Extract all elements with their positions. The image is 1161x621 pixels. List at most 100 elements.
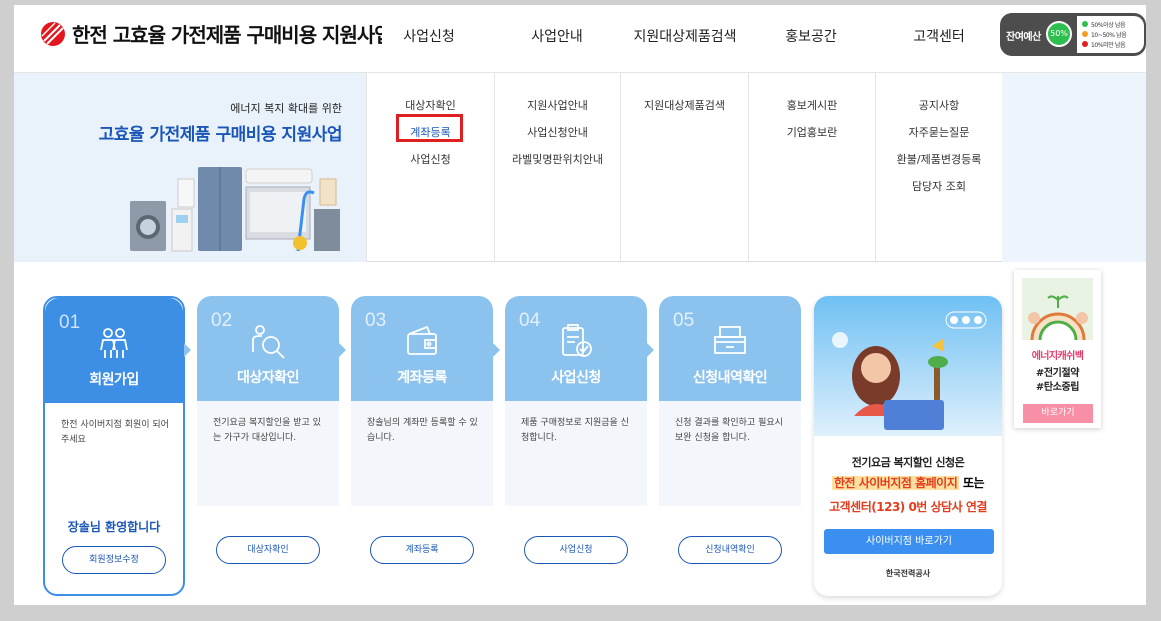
menu-right-filler (1002, 73, 1146, 262)
banner-illustration (814, 296, 1002, 436)
target-check-button[interactable]: 대상자확인 (216, 536, 320, 564)
energy-cashback-illustration (1022, 278, 1093, 340)
promo-subtitle: 에너지 복지 확대를 위한 (230, 102, 342, 115)
step-description: 한전 사이버지점 회원이 되어주세요 (61, 420, 169, 445)
energy-cashback-banner[interactable]: 에너지캐쉬백 #전기절약 #탄소중립 바로가기 (1014, 270, 1101, 428)
step-card-target-check: 02 대상자확인 전기요금 복지할인을 받고 있는 가구가 대상입니다. 대상자… (197, 296, 339, 596)
budget-legend: 50%이상 남음 10~50% 남음 10%미만 남음 (1077, 16, 1144, 53)
step-arrow-icon (184, 343, 191, 357)
red-dot-icon (1082, 41, 1088, 47)
banner-highlight: 한전 사이버지점 홈페이지 (831, 476, 960, 490)
menu-faq[interactable]: 자주묻는질문 (876, 124, 1002, 140)
menu-promo-board[interactable]: 홍보게시판 (749, 97, 875, 113)
nav-apply[interactable]: 사업신청 (403, 26, 455, 46)
banner-line-2: 한전 사이버지점 홈페이지 또는 (814, 474, 1002, 491)
mega-menu: 에너지 복지 확대를 위한 고효율 가전제품 구매비용 지원사업 대상자확인 계… (14, 73, 1146, 262)
menu-company-promo[interactable]: 기업홍보란 (749, 124, 875, 140)
step-description: 신청 결과를 확인하고 필요시 보완 신청을 합니다. (675, 418, 783, 443)
nav-product-search[interactable]: 지원대상제품검색 (633, 26, 736, 46)
menu-col-apply: 대상자확인 계좌등록 사업신청 (366, 73, 494, 262)
edit-member-info-button[interactable]: 회원정보수정 (62, 546, 166, 574)
step-title: 회원가입 (89, 372, 139, 388)
process-steps: 01 회원가입 한전 사이버지점 회원이 되어주세요 장솔님 환영합니다 회원정… (14, 263, 1146, 605)
legend-text: 10%미만 남음 (1091, 41, 1126, 49)
active-menu-highlight (396, 114, 463, 142)
page-frame: 한전 고효율 가전제품 구매비용 지원사업 사업신청 사업안내 지원대상제품검색… (14, 5, 1146, 605)
step-card-signup: 01 회원가입 한전 사이버지점 회원이 되어주세요 장솔님 환영합니다 회원정… (43, 296, 185, 596)
step-arrow-icon (493, 343, 500, 357)
menu-refund-change[interactable]: 환불/제품변경등록 (876, 151, 1002, 167)
menu-target-check[interactable]: 대상자확인 (367, 97, 494, 113)
step-number: 02 (211, 310, 233, 331)
appliances-illustration (130, 167, 340, 252)
menu-product-search[interactable]: 지원대상제품검색 (621, 97, 748, 113)
menu-col-customer: 공지사항 자주묻는질문 환불/제품변경등록 담당자 조회 (875, 73, 1002, 262)
step-card-account: 03 계좌등록 장솔님의 계좌만 등록할 수 있습니다. 계좌등록 (351, 296, 493, 596)
menu-notice[interactable]: 공지사항 (876, 97, 1002, 113)
step-number: 05 (673, 310, 695, 331)
call-center-illustration (832, 311, 987, 430)
site-logo[interactable]: 한전 고효율 가전제품 구매비용 지원사업 (40, 19, 382, 48)
menu-support-guide[interactable]: 지원사업안내 (495, 97, 620, 113)
site-header: 한전 고효율 가전제품 구매비용 지원사업 사업신청 사업안내 지원대상제품검색… (14, 5, 1146, 73)
menu-business-apply[interactable]: 사업신청 (367, 151, 494, 167)
account-register-button[interactable]: 계좌등록 (370, 536, 474, 564)
menu-label-location-guide[interactable]: 라벨및명판위치안내 (495, 151, 620, 167)
step-card-header: 05 신청내역확인 (659, 296, 801, 401)
step-title: 대상자확인 (237, 370, 299, 386)
clipboard-check-icon (562, 324, 592, 357)
banner-line-1: 전기요금 복지할인 신청은 (851, 456, 965, 469)
business-apply-button[interactable]: 사업신청 (524, 536, 628, 564)
menu-promo-panel: 에너지 복지 확대를 위한 고효율 가전제품 구매비용 지원사업 (14, 73, 366, 262)
welcome-message: 장솔님 환영합니다 (67, 520, 161, 534)
step-arrow-icon (339, 343, 346, 357)
side-go-button[interactable]: 바로가기 (1023, 404, 1093, 423)
nav-guide[interactable]: 사업안내 (531, 26, 583, 46)
cyber-branch-link-button[interactable]: 사이버지점 바로가기 (824, 529, 994, 554)
history-check-button[interactable]: 신청내역확인 (678, 536, 782, 564)
step-card-history: 05 신청내역확인 신청 결과를 확인하고 필요시 보완 신청을 합니다. 신청… (659, 296, 801, 596)
legend-text: 10~50% 남음 (1091, 31, 1127, 39)
promo-title: 고효율 가전제품 구매비용 지원사업 (98, 125, 343, 145)
legend-text: 50%이상 남음 (1091, 21, 1126, 29)
nav-customer-center[interactable]: 고객센터 (913, 26, 965, 46)
menu-apply-guide[interactable]: 사업신청안내 (495, 124, 620, 140)
side-banner-tag: #탄소중립 (1035, 382, 1080, 393)
side-banner-title: 에너지캐쉬백 (1031, 351, 1084, 362)
legend-row: 10~50% 남음 (1082, 29, 1144, 39)
kepco-corp-label: 한국전력공사 (885, 569, 931, 578)
users-icon (100, 328, 128, 358)
nav-promotion[interactable]: 홍보공간 (785, 26, 837, 46)
person-search-icon (252, 325, 285, 359)
budget-gauge: 50% (1046, 21, 1072, 47)
step-description: 장솔님의 계좌만 등록할 수 있습니다. (367, 418, 478, 443)
inbox-icon (714, 326, 746, 354)
kepco-logo-icon (41, 21, 65, 46)
step-card-apply: 04 사업신청 제품 구매정보로 지원금을 신청합니다. 사업신청 (505, 296, 647, 596)
menu-col-promotion: 홍보게시판 기업홍보란 (748, 73, 875, 262)
step-card-header: 04 사업신청 (505, 296, 647, 401)
step-arrow-icon (647, 343, 654, 357)
banner-line-3: 고객센터(123) 0번 상담사 연결 (829, 500, 987, 514)
step-card-header: 01 회원가입 (45, 298, 183, 403)
step-description: 전기요금 복지할인을 받고 있는 가구가 대상입니다. (213, 418, 321, 443)
legend-row: 50%이상 남음 (1082, 19, 1144, 29)
side-banner-tag: #전기절약 (1035, 368, 1080, 379)
orange-dot-icon (1082, 31, 1088, 37)
banner-line-2-tail: 또는 (959, 476, 985, 490)
site-title: 한전 고효율 가전제품 구매비용 지원사업 (72, 23, 382, 47)
menu-manager-lookup[interactable]: 담당자 조회 (876, 178, 1002, 194)
cyber-branch-banner[interactable]: 전기요금 복지할인 신청은 한전 사이버지점 홈페이지 또는 고객센터(123)… (814, 296, 1002, 596)
step-description: 제품 구매정보로 지원금을 신청합니다. (521, 418, 629, 443)
wallet-icon (407, 325, 437, 355)
step-number: 04 (519, 310, 541, 331)
step-title: 계좌등록 (397, 370, 447, 386)
menu-col-product-search: 지원대상제품검색 (620, 73, 748, 262)
legend-row: 10%미만 남음 (1082, 39, 1144, 49)
step-number: 01 (59, 312, 81, 333)
step-card-header: 02 대상자확인 (197, 296, 339, 401)
budget-label: 잔여예산 (1006, 32, 1041, 43)
remaining-budget-widget: 잔여예산 50% 50%이상 남음 10~50% 남음 10%미만 남음 (1000, 13, 1146, 56)
green-dot-icon (1082, 21, 1088, 27)
menu-col-guide: 지원사업안내 사업신청안내 라벨및명판위치안내 (494, 73, 620, 262)
